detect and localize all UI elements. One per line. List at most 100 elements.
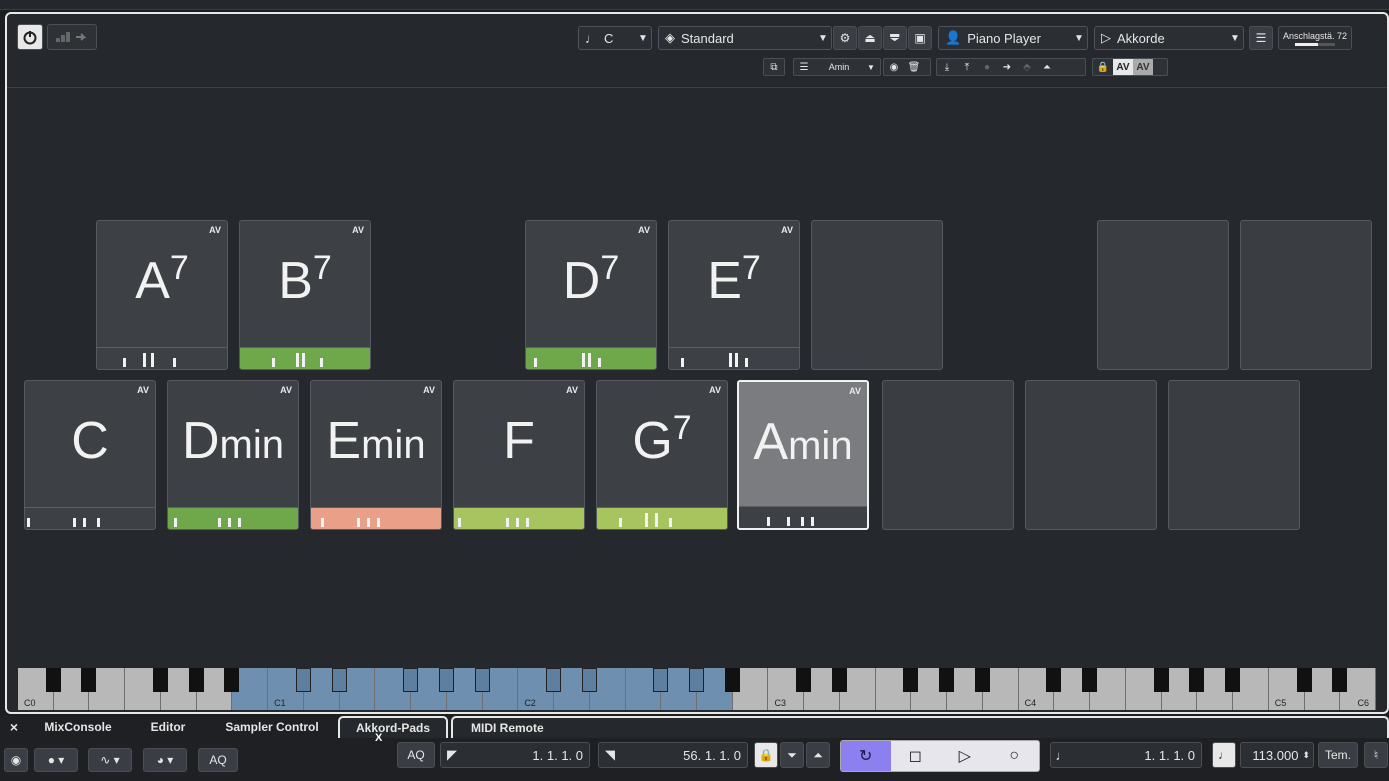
duplicate-icon[interactable]: ⧉ <box>764 59 784 75</box>
move-down-button[interactable]: ⏏ <box>883 26 907 50</box>
arrange-icon-button[interactable] <box>47 24 97 50</box>
chord-pad-empty[interactable] <box>1240 220 1372 370</box>
metronome-button[interactable]: ◕ ▾ <box>143 748 187 772</box>
chord-pad[interactable]: AV Emin <box>310 380 442 530</box>
aq-mid-button[interactable]: AQ <box>397 742 435 768</box>
black-key[interactable] <box>1153 668 1169 692</box>
black-key[interactable] <box>81 668 97 692</box>
stop-icon[interactable]: ◻ <box>891 741 941 771</box>
tab-editor[interactable]: Editor <box>136 716 200 738</box>
tempo-track-button[interactable]: ♩ <box>1212 742 1236 768</box>
record-icon[interactable]: ○ <box>990 741 1040 771</box>
play-icon[interactable]: ▷ <box>940 741 990 771</box>
expand-icon[interactable]: ⬘ <box>1017 59 1037 75</box>
tab-mixconsole[interactable]: MixConsole <box>30 716 126 738</box>
scale-select[interactable]: ◈ Standard ▼ <box>658 26 832 50</box>
lock-icon[interactable]: 🔒 <box>1093 59 1113 75</box>
arrow-right-icon[interactable]: ➜ <box>997 59 1017 75</box>
black-key[interactable] <box>295 668 311 692</box>
adaptive-voicing-badge: AV <box>709 385 721 395</box>
black-key[interactable] <box>1332 668 1348 692</box>
black-key[interactable] <box>939 668 955 692</box>
chord-pad[interactable]: AV F <box>453 380 585 530</box>
tab-midi-remote[interactable]: MIDI Remote <box>451 716 1389 738</box>
palette-icon[interactable]: ◉ <box>884 59 904 75</box>
sub-chord-value[interactable]: Amin <box>814 59 864 75</box>
black-key[interactable] <box>581 668 597 692</box>
black-key[interactable] <box>546 668 562 692</box>
black-key[interactable] <box>1082 668 1098 692</box>
trash-icon[interactable]: 🗑 <box>904 59 924 75</box>
save-button[interactable]: ▣ <box>908 26 932 50</box>
black-key[interactable] <box>152 668 168 692</box>
close-icon[interactable]: × <box>4 716 24 738</box>
chord-pad[interactable]: AV Amin <box>737 380 869 530</box>
black-key[interactable] <box>1225 668 1241 692</box>
black-key[interactable] <box>1189 668 1205 692</box>
chord-root: E <box>326 412 362 470</box>
dot-icon[interactable]: ● <box>977 59 997 75</box>
black-key[interactable] <box>188 668 204 692</box>
chord-pad-empty[interactable] <box>1097 220 1229 370</box>
chord-pad[interactable]: AV A7 <box>96 220 228 370</box>
tempo-mode-button[interactable]: Tem. <box>1318 742 1358 768</box>
black-key[interactable] <box>831 668 847 692</box>
black-key[interactable] <box>1046 668 1062 692</box>
tab-akkord-pads[interactable]: Akkord-Pads <box>338 716 448 738</box>
black-key[interactable] <box>689 668 704 692</box>
black-key[interactable] <box>438 668 454 692</box>
voicing-down-icon[interactable]: ⤓ <box>937 59 957 75</box>
tempo-field[interactable]: 113.000 ⬍ <box>1240 742 1314 768</box>
collapse-icon[interactable]: ⏶ <box>1037 59 1057 75</box>
x-label[interactable]: X <box>375 732 382 744</box>
punch-out-button[interactable]: ⏶ <box>806 742 830 768</box>
black-key[interactable] <box>331 668 347 692</box>
monitor-button[interactable]: ◉ <box>4 748 28 772</box>
punch-in-button[interactable]: ⏷ <box>780 742 804 768</box>
piano-keyboard[interactable]: C0 C1 C2 C3 C4 C5 C6 <box>18 668 1376 710</box>
left-locator[interactable]: ◤ 1. 1. 1. 0 <box>440 742 590 768</box>
chord-pad[interactable]: AV E7 <box>668 220 800 370</box>
record-mode-button[interactable]: ● ▾ <box>34 748 78 772</box>
right-locator[interactable]: ◥ 56. 1. 1. 0 <box>598 742 748 768</box>
black-key[interactable] <box>903 668 919 692</box>
black-key[interactable] <box>653 668 669 692</box>
move-up-button[interactable]: ⏏ <box>858 26 882 50</box>
black-key[interactable] <box>724 668 740 692</box>
aq-left-button[interactable]: AQ <box>198 748 238 772</box>
chord-pad-empty[interactable] <box>811 220 943 370</box>
chord-pad[interactable]: AV Dmin <box>167 380 299 530</box>
black-key[interactable] <box>403 668 419 692</box>
pad-settings-button[interactable]: ☰ <box>1249 26 1273 50</box>
mode-select[interactable]: ▷ Akkorde ▼ <box>1094 26 1244 50</box>
settings-button[interactable]: ⚙ <box>833 26 857 50</box>
signature-button[interactable]: ♮ <box>1364 742 1388 768</box>
chord-pad[interactable]: AV G7 <box>596 380 728 530</box>
chord-pad[interactable]: AV C <box>24 380 156 530</box>
chord-pad[interactable]: AV B7 <box>239 220 371 370</box>
tab-sampler-control[interactable]: Sampler Control <box>210 716 334 738</box>
chevron-down-icon[interactable]: ▼ <box>864 59 878 75</box>
chord-pad-empty[interactable] <box>882 380 1014 530</box>
player-select[interactable]: 👤 Piano Player ▼ <box>938 26 1088 50</box>
black-key[interactable] <box>45 668 61 692</box>
align-icon[interactable]: ☰ <box>794 59 814 75</box>
cycle-icon[interactable]: ↻ <box>841 741 891 771</box>
black-key[interactable] <box>474 668 490 692</box>
black-key[interactable] <box>1296 668 1312 692</box>
waveform-button[interactable]: ∿ ▾ <box>88 748 132 772</box>
velocity-control[interactable]: Anschlagstä. 72 <box>1278 26 1352 50</box>
chord-pad[interactable]: AV D7 <box>525 220 657 370</box>
lock-button[interactable]: 🔒 <box>754 742 778 768</box>
black-key[interactable] <box>796 668 812 692</box>
power-button[interactable] <box>17 24 43 50</box>
voicing-up-icon[interactable]: ⤒ <box>957 59 977 75</box>
av-toggle-off[interactable]: AV <box>1133 59 1153 75</box>
av-toggle-on[interactable]: AV <box>1113 59 1133 75</box>
chord-pad-empty[interactable] <box>1025 380 1157 530</box>
chord-pad-empty[interactable] <box>1168 380 1300 530</box>
key-select[interactable]: ♩ C ▼ <box>578 26 652 50</box>
black-key[interactable] <box>974 668 990 692</box>
cursor-position[interactable]: ♩ 1. 1. 1. 0 <box>1050 742 1202 768</box>
black-key[interactable] <box>224 668 240 692</box>
